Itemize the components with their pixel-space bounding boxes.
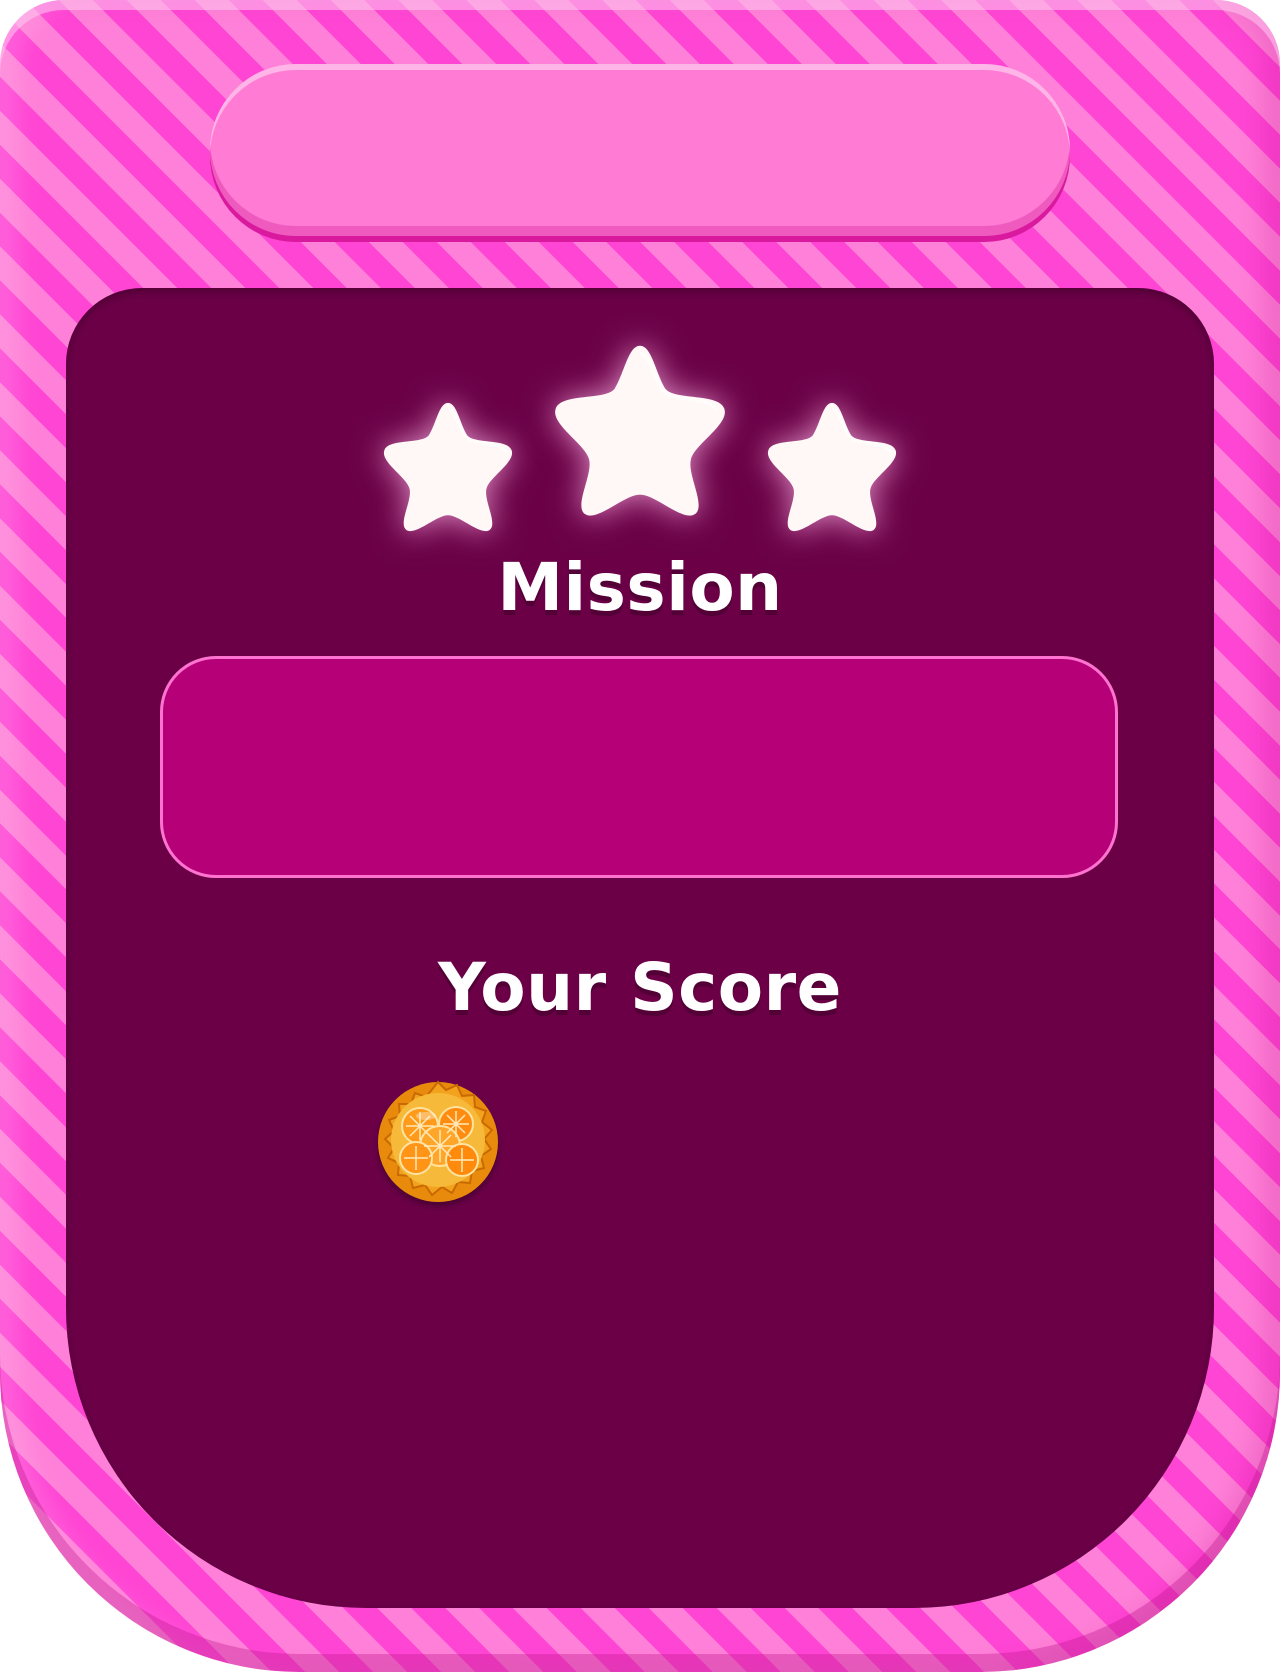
orange-tart-icon [368,1076,508,1208]
mission-description-box [160,656,1118,878]
title-banner [210,64,1070,236]
score-heading: Your Score [438,949,842,1026]
mission-heading: Mission [497,549,783,626]
